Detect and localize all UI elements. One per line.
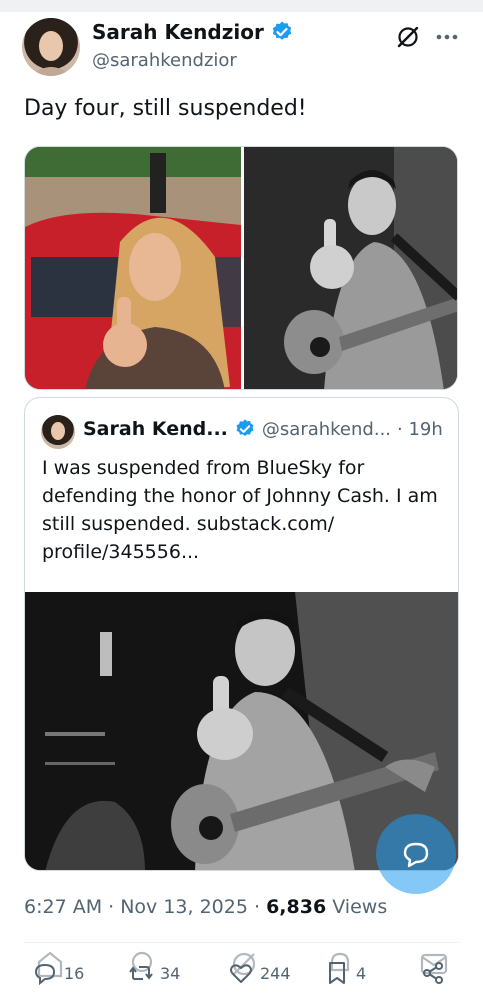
quoted-author-avatar <box>41 415 75 449</box>
bookmark-icon <box>329 962 345 984</box>
bookmark-button[interactable]: 4 <box>324 960 366 986</box>
author-name[interactable]: Sarah Kendzior <box>92 20 264 44</box>
reply-button[interactable]: 16 <box>32 960 84 986</box>
like-count: 244 <box>260 963 291 983</box>
action-bar: 16 34 244 4 <box>0 948 483 1000</box>
compose-icon <box>403 842 429 868</box>
reply-count: 16 <box>64 963 85 983</box>
repost-count: 34 <box>160 963 181 983</box>
quoted-tweet-card[interactable]: Sarah Kend... @sarahkend... · 19h I was … <box>24 397 459 871</box>
views-count: 6,836 <box>266 896 327 918</box>
quoted-tweet-text: I was suspended from BlueSky for defendi… <box>42 457 438 563</box>
grok-icon[interactable] <box>395 24 421 50</box>
share-icon <box>423 962 443 984</box>
verified-badge-icon <box>236 419 254 437</box>
tweet-timestamp: 6:27 AM · Nov 13, 2025 · <box>24 896 267 918</box>
status-bar-strip <box>0 0 483 12</box>
quoted-timestamp: · 19h <box>397 418 443 440</box>
tweet-text: Day four, still suspended! <box>24 96 307 121</box>
author-handle[interactable]: @sarahkendzior <box>92 50 237 71</box>
verified-badge-icon <box>272 21 292 40</box>
quoted-author-handle: @sarahkend... <box>261 418 392 440</box>
author-avatar[interactable] <box>22 18 80 76</box>
repost-icon <box>129 966 153 980</box>
quoted-author-name: Sarah Kend... <box>83 418 228 440</box>
reply-icon <box>34 963 56 986</box>
more-icon[interactable] <box>434 24 460 50</box>
media-photo-left[interactable] <box>25 147 241 389</box>
tweet-media-grid <box>24 146 458 390</box>
divider <box>24 942 459 943</box>
tweet-meta: 6:27 AM · Nov 13, 2025 · 6,836 Views <box>24 896 387 918</box>
bookmark-count: 4 <box>356 963 367 983</box>
share-button[interactable] <box>420 960 446 986</box>
views-label: Views <box>326 896 388 918</box>
media-photo-right[interactable] <box>244 147 457 389</box>
compose-button[interactable] <box>376 814 456 894</box>
repost-button[interactable]: 34 <box>128 960 180 986</box>
quoted-header: Sarah Kend... @sarahkend... · 19h <box>83 418 443 440</box>
author-name-row: Sarah Kendzior <box>92 20 294 44</box>
like-icon <box>230 964 252 983</box>
like-button[interactable]: 244 <box>228 960 291 986</box>
tweet-header: Sarah Kendzior @sarahkendzior <box>0 14 483 84</box>
